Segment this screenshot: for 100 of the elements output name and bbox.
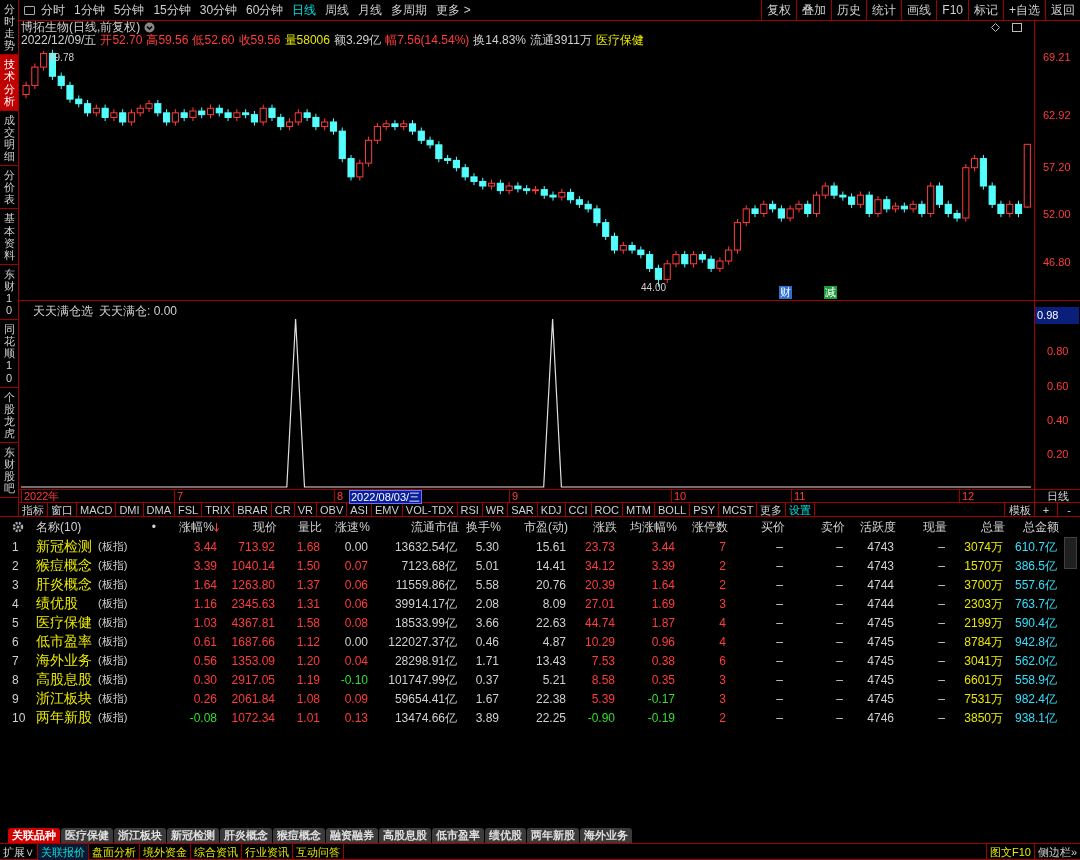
toolbar-button[interactable]: 画线 — [901, 0, 937, 21]
indicator-tab[interactable]: ASI — [347, 503, 372, 516]
indicator-tab[interactable]: 设置 — [786, 503, 816, 516]
indicator-tab[interactable]: MACD — [77, 503, 117, 516]
column-header[interactable]: 涨速% — [322, 518, 370, 536]
bottom-tab[interactable]: 互动问答 — [293, 843, 344, 860]
indicator-tab[interactable]: EMV — [371, 503, 403, 516]
period-tab[interactable]: 周线 — [325, 1, 350, 19]
indicator-tab[interactable]: BOLL — [655, 503, 691, 516]
column-header[interactable]: 市盈(动) — [501, 518, 568, 536]
indicator-tab[interactable]: PSY — [690, 503, 720, 516]
column-header[interactable]: 现量 — [896, 518, 947, 536]
column-header[interactable]: 活跃度 — [845, 518, 896, 536]
side-tab[interactable]: 东财股吧 — [0, 443, 18, 499]
sector-tab[interactable]: 海外业务 — [580, 828, 632, 843]
indicator-tab[interactable]: 窗口 — [48, 503, 77, 516]
period-tab[interactable]: 1分钟 — [74, 1, 105, 19]
panel-icon[interactable] — [24, 5, 35, 15]
column-header[interactable]: 总量 — [947, 518, 1005, 536]
toolbar-button[interactable]: 统计 — [866, 0, 902, 21]
side-tab[interactable]: 技术分析 — [0, 55, 18, 111]
side-tab[interactable]: 同花顺10 — [0, 320, 18, 388]
chevron-down-icon[interactable] — [144, 22, 156, 33]
bottom-right-button[interactable]: 侧边栏» — [1033, 843, 1080, 860]
period-tab[interactable]: 日线 — [292, 1, 317, 19]
sector-tab[interactable]: 浙江板块 — [114, 828, 166, 843]
toolbar-button[interactable]: 返回 — [1045, 0, 1080, 21]
column-header[interactable]: 现价 — [219, 518, 277, 536]
settings-icon[interactable] — [12, 521, 24, 533]
indicator-tab[interactable]: RSI — [457, 503, 483, 516]
indicator-tab[interactable]: CCI — [565, 503, 592, 516]
indicator-tab[interactable]: WR — [482, 503, 509, 516]
indicator-tab[interactable]: SAR — [508, 503, 538, 516]
column-header[interactable]: 量比 — [277, 518, 322, 536]
column-header[interactable]: 涨幅% — [158, 518, 219, 536]
bottom-tab[interactable]: 盘面分析 — [89, 843, 140, 860]
indicator-tab[interactable]: 指标 — [19, 503, 48, 516]
indicator-tab[interactable]: OBV — [317, 503, 348, 516]
period-tab[interactable]: 30分钟 — [199, 1, 238, 19]
period-tab[interactable]: 15分钟 — [153, 1, 191, 19]
indicator-tab[interactable]: VR — [294, 503, 317, 516]
column-header[interactable]: 买价 — [728, 518, 785, 536]
sector-tab[interactable]: 关联品种 — [8, 828, 60, 843]
indicator-tab[interactable]: MCST — [719, 503, 758, 516]
bottom-tab[interactable]: 综合资讯 — [191, 843, 242, 860]
sector-tab[interactable]: 新冠检测 — [167, 828, 219, 843]
sector-tab[interactable]: 低市盈率 — [432, 828, 484, 843]
indicator-tab[interactable]: DMI — [116, 503, 144, 516]
side-tab[interactable]: 基本资料 — [0, 209, 18, 265]
indicator-tab[interactable]: 更多 — [757, 503, 787, 516]
toolbar-button[interactable]: 标记 — [968, 0, 1003, 21]
diamond-icon[interactable] — [991, 23, 1000, 32]
event-marker[interactable]: 财 — [779, 286, 792, 299]
sector-tab[interactable]: 高股息股 — [379, 828, 431, 843]
scrollbar[interactable] — [1064, 537, 1077, 569]
more-button[interactable]: 更多 > — [436, 1, 471, 19]
toolbar-button[interactable]: F10 — [936, 0, 968, 21]
indicator-tab[interactable]: FSL — [175, 503, 203, 516]
indicator-tab[interactable]: TRIX — [202, 503, 235, 516]
column-header[interactable]: 名称(10) — [36, 518, 82, 536]
toolbar-button[interactable]: 历史 — [831, 0, 867, 21]
template-button[interactable]: 模板 — [1004, 503, 1034, 516]
period-tab[interactable]: 分时 — [41, 1, 65, 19]
column-header[interactable]: 涨停数 — [677, 518, 728, 536]
indicator-tab[interactable]: CR — [271, 503, 295, 516]
sector-tab[interactable]: 医疗保健 — [61, 828, 113, 843]
side-tab[interactable]: 成交明细 — [0, 110, 18, 167]
sector-tab[interactable]: 融资融券 — [326, 828, 378, 843]
indicator-tab[interactable]: DMA — [143, 503, 175, 516]
column-header[interactable]: 总金额 — [1005, 518, 1059, 536]
column-header[interactable]: 均涨幅% — [617, 518, 677, 536]
indicator-tab[interactable]: MTM — [623, 503, 656, 516]
column-header[interactable]: 流通市值 — [370, 518, 459, 536]
side-tab[interactable]: 东财10 — [0, 264, 18, 321]
toolbar-button[interactable]: 复权 — [761, 0, 797, 21]
template-button[interactable]: - — [1057, 503, 1080, 516]
bottom-tab[interactable]: 行业资讯 — [242, 843, 293, 860]
panel-icon[interactable] — [1012, 23, 1022, 32]
indicator-tab[interactable]: KDJ — [537, 503, 566, 516]
sector-tab[interactable]: 猴痘概念 — [273, 828, 325, 843]
indicator-tab[interactable]: VOL-TDX — [402, 503, 458, 516]
side-tab[interactable]: 个股龙虎 — [0, 387, 18, 443]
side-tab[interactable]: 分价表 — [0, 166, 18, 210]
bottom-tab[interactable]: 关联报价 — [38, 843, 89, 860]
column-header[interactable]: 卖价 — [785, 518, 845, 536]
indicator-tab[interactable]: ROC — [591, 503, 623, 516]
column-header[interactable]: 换手% — [459, 518, 501, 536]
bottom-right-button[interactable]: 图文F10 — [985, 843, 1034, 860]
toolbar-button[interactable]: +自选 — [1003, 0, 1045, 21]
sector-tab[interactable]: 两年新股 — [527, 828, 579, 843]
sector-tab[interactable]: 肝炎概念 — [220, 828, 272, 843]
bottom-tab[interactable]: 境外资金 — [140, 843, 191, 860]
period-tab[interactable]: 月线 — [358, 1, 383, 19]
event-marker[interactable]: 减 — [824, 286, 837, 299]
indicator-tab[interactable]: BRAR — [234, 503, 272, 516]
period-tab[interactable]: 多周期 — [391, 1, 428, 19]
period-tab[interactable]: 60分钟 — [246, 1, 284, 19]
period-tab[interactable]: 5分钟 — [113, 1, 145, 19]
template-button[interactable]: + — [1034, 503, 1057, 516]
toolbar-button[interactable]: 叠加 — [796, 0, 832, 21]
